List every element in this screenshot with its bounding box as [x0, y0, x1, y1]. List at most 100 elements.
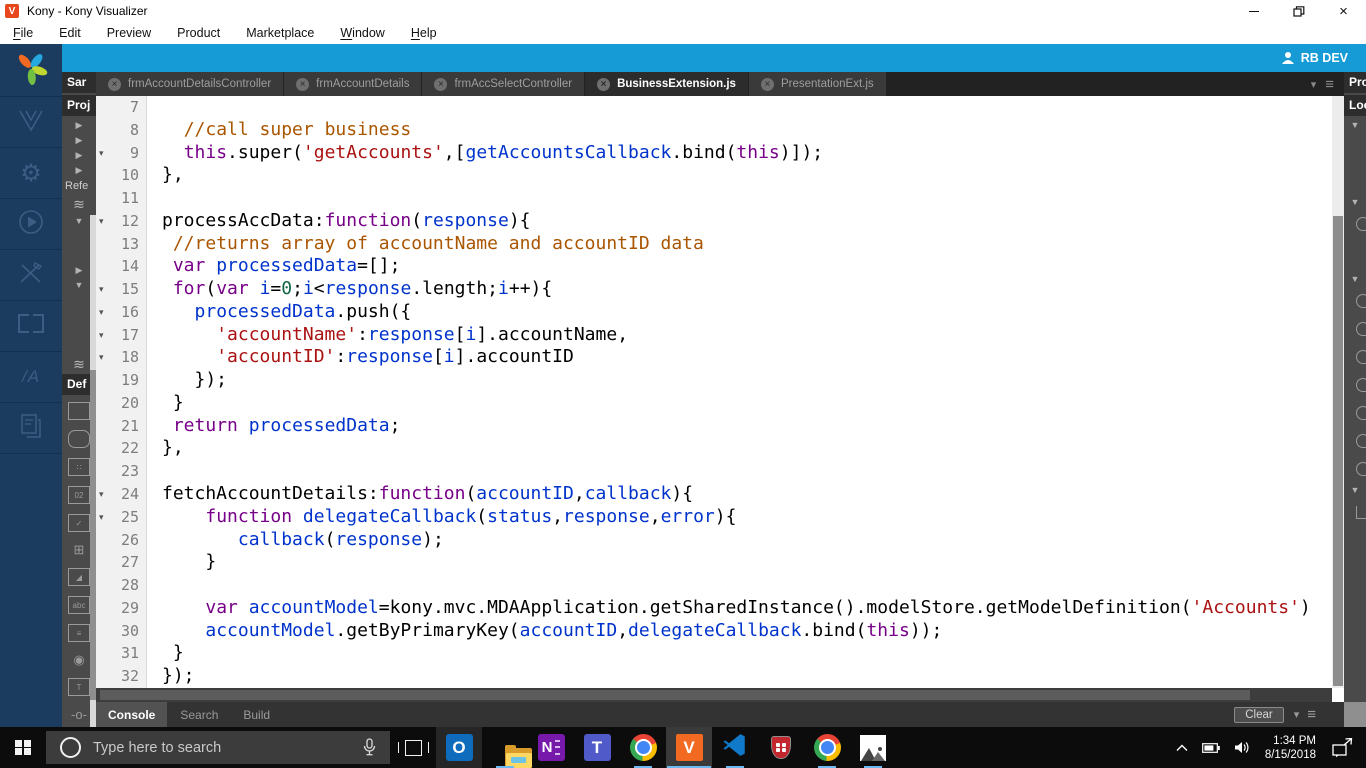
fold-arrow-icon[interactable]: ▾	[99, 506, 104, 529]
fold-arrow-icon[interactable]: ▾	[99, 278, 104, 301]
tab-close-icon[interactable]: ×	[296, 77, 310, 91]
code-text[interactable]: for(var i=0;i<response.length;i++){	[147, 278, 552, 301]
taskbar-search[interactable]: Type here to search	[46, 731, 390, 764]
console-hamburger-icon[interactable]: ≡	[1307, 706, 1316, 723]
collapse-arrow-icon[interactable]: ▼	[1344, 118, 1366, 133]
tab-dropdown-icon[interactable]: ▾	[1311, 78, 1317, 91]
code-text[interactable]: 'accountID':response[i].accountID	[147, 346, 574, 369]
skin-icon[interactable]	[1344, 343, 1366, 371]
taskbar-app-photos[interactable]	[850, 727, 896, 768]
skin-icon[interactable]	[1344, 455, 1366, 483]
corner-bracket-icon[interactable]	[1344, 498, 1366, 519]
taskbar-app-vscode[interactable]	[712, 727, 758, 768]
tab-frmAccSelectController[interactable]: × frmAccSelectController	[422, 72, 585, 96]
menu-item-product[interactable]: Product	[164, 26, 233, 40]
collapse-arrow-icon[interactable]: ▼	[1344, 195, 1366, 210]
restore-button[interactable]	[1276, 0, 1321, 22]
menu-item-file[interactable]: File	[0, 26, 46, 40]
activity-notes-document[interactable]	[0, 403, 62, 454]
minimize-button[interactable]	[1231, 0, 1276, 22]
hidden-icons-chevron[interactable]	[1176, 744, 1188, 752]
editor-vertical-scrollbar[interactable]	[1332, 96, 1344, 688]
code-text[interactable]: function delegateCallback(status,respons…	[147, 506, 736, 529]
console-tab-search[interactable]: Search	[168, 702, 230, 727]
code-text[interactable]: 'accountName':response[i].accountName,	[147, 324, 628, 347]
fold-arrow-icon[interactable]: ▾	[99, 483, 104, 506]
menu-item-help[interactable]: Help	[398, 26, 450, 40]
code-text[interactable]	[147, 187, 162, 210]
menu-item-marketplace[interactable]: Marketplace	[233, 26, 327, 40]
volume-icon[interactable]	[1234, 741, 1250, 754]
collapse-arrow-icon[interactable]: ▼	[1344, 483, 1366, 498]
code-editor[interactable]: 78 //call super business ▾ 9 this.super('g…	[96, 96, 1332, 688]
activity-kony-logo[interactable]	[0, 44, 62, 97]
code-text[interactable]	[147, 96, 162, 119]
panel-header-prop[interactable]: Prop	[1344, 72, 1366, 93]
start-button[interactable]	[0, 727, 46, 768]
fold-arrow-icon[interactable]: ▾	[99, 142, 104, 165]
skin-icon[interactable]	[1344, 210, 1366, 238]
layers-icon[interactable]: ≋	[62, 194, 96, 214]
skin-icon[interactable]	[1344, 315, 1366, 343]
expand-arrow-icon[interactable]: ▶	[62, 148, 96, 163]
clear-button[interactable]: Clear	[1234, 706, 1284, 723]
code-text[interactable]: return processedData;	[147, 415, 401, 438]
microphone-icon[interactable]	[363, 738, 376, 757]
code-text[interactable]: }	[147, 551, 216, 574]
activity-build-tools[interactable]	[0, 250, 62, 301]
activity-visualizer-v[interactable]	[0, 97, 62, 148]
activity-run-play[interactable]	[0, 199, 62, 250]
taskbar-app-security-shield[interactable]	[758, 727, 804, 768]
taskbar-clock[interactable]: 1:34 PM 8/15/2018	[1265, 734, 1316, 762]
menu-item-window[interactable]: Window	[327, 26, 397, 40]
skin-icon[interactable]	[1344, 287, 1366, 315]
user-account-button[interactable]: RB DEV	[1281, 51, 1348, 65]
tab-BusinessExtension.js[interactable]: × BusinessExtension.js	[585, 72, 748, 96]
skin-icon[interactable]	[1344, 399, 1366, 427]
code-text[interactable]: },	[147, 164, 184, 187]
tab-close-icon[interactable]: ×	[760, 77, 774, 91]
taskbar-app-chrome[interactable]	[620, 727, 666, 768]
horizontal-scrollbar-thumb[interactable]	[100, 690, 1250, 700]
code-text[interactable]: }	[147, 392, 184, 415]
activity-settings-gear[interactable]: ⚙	[0, 148, 62, 199]
tab-frmAccountDetails[interactable]: × frmAccountDetails	[284, 72, 422, 96]
taskbar-app-kony-visualizer[interactable]: V	[666, 727, 712, 768]
code-text[interactable]: var accountModel=kony.mvc.MDAApplication…	[147, 597, 1310, 620]
panel-header-loo[interactable]: Loo	[1344, 95, 1366, 116]
menu-item-edit[interactable]: Edit	[46, 26, 94, 40]
code-text[interactable]: processedData.push({	[147, 301, 412, 324]
tab-close-icon[interactable]: ×	[597, 77, 611, 91]
code-text[interactable]	[147, 574, 162, 597]
code-text[interactable]: });	[147, 665, 195, 688]
action-center-icon[interactable]	[1331, 737, 1353, 758]
code-text[interactable]: });	[147, 369, 228, 392]
activity-skins-slash-a[interactable]: /A	[0, 352, 62, 403]
task-view-button[interactable]	[390, 727, 436, 768]
taskbar-app-file-explorer[interactable]	[482, 727, 532, 768]
console-dropdown-icon[interactable]: ▾	[1294, 708, 1300, 721]
tab-PresentationExt.js[interactable]: × PresentationExt.js	[748, 72, 886, 96]
close-button[interactable]: ×	[1321, 0, 1366, 22]
code-text[interactable]: }	[147, 642, 184, 665]
fold-arrow-icon[interactable]: ▾	[99, 346, 104, 369]
console-tab-build[interactable]: Build	[231, 702, 282, 727]
taskbar-app-outlook[interactable]: O	[436, 727, 482, 768]
fold-arrow-icon[interactable]: ▾	[99, 301, 104, 324]
tab-frmAccountDetailsController[interactable]: × frmAccountDetailsController	[96, 72, 284, 96]
skin-icon[interactable]	[1344, 427, 1366, 455]
fold-arrow-icon[interactable]: ▾	[99, 324, 104, 347]
panel-header-sar[interactable]: Sar	[62, 72, 96, 93]
panel-header-proj[interactable]: Proj	[62, 94, 96, 116]
code-text[interactable]: fetchAccountDetails:function(accountID,c…	[147, 483, 693, 506]
expand-arrow-icon[interactable]: ▶	[62, 133, 96, 148]
collapse-arrow-icon[interactable]: ▼	[1344, 272, 1366, 287]
activity-canvas-brackets[interactable]	[0, 301, 62, 352]
tab-close-icon[interactable]: ×	[434, 77, 448, 91]
code-text[interactable]: this.super('getAccounts',[getAccountsCal…	[147, 142, 823, 165]
editor-horizontal-scrollbar[interactable]	[96, 688, 1332, 702]
console-tab-console[interactable]: Console	[96, 702, 168, 727]
tab-close-icon[interactable]: ×	[108, 77, 121, 91]
tab-hamburger-icon[interactable]: ≡	[1325, 76, 1334, 93]
battery-icon[interactable]	[1201, 742, 1220, 753]
